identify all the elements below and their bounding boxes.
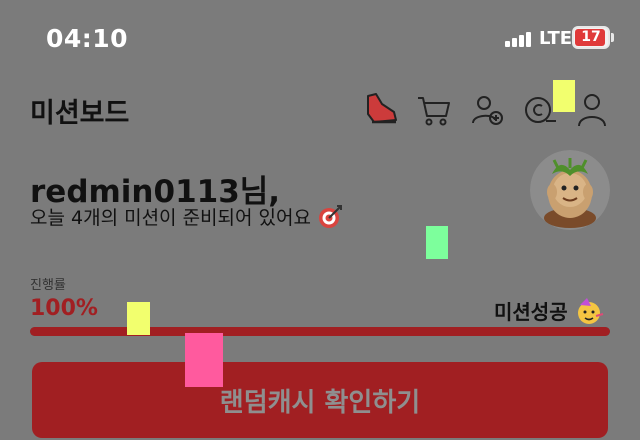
mission-status: 미션성공	[494, 296, 604, 325]
cart-icon[interactable]	[414, 90, 454, 130]
battery-percent: 17	[581, 29, 601, 45]
add-friend-icon[interactable]	[468, 90, 508, 130]
party-face-icon	[577, 297, 603, 324]
character-avatar[interactable]	[530, 150, 610, 230]
random-cash-button[interactable]: 랜덤캐시 확인하기	[32, 362, 608, 438]
target-icon	[318, 204, 342, 228]
progress-label: 진행률	[30, 278, 66, 293]
highlight-marker-pink	[185, 333, 223, 387]
mission-status-text: 미션성공	[494, 300, 568, 324]
status-bar: 04:10 LTE 17	[0, 0, 640, 78]
battery-icon: 17	[572, 26, 610, 49]
highlight-marker-yellow	[127, 302, 150, 335]
app-header: 미션보드	[0, 80, 640, 140]
profile-icon[interactable]	[572, 90, 612, 130]
shoe-icon[interactable]	[360, 90, 400, 130]
progress-value: 100%	[30, 296, 98, 321]
network-type: LTE	[539, 28, 573, 49]
battery-tip	[611, 33, 614, 42]
highlight-marker-yellow	[553, 80, 575, 112]
page-title: 미션보드	[30, 98, 130, 129]
mission-summary-text: 오늘 4개의 미션이 준비되어 있어요	[30, 207, 311, 229]
mission-summary: 오늘 4개의 미션이 준비되어 있어요	[30, 203, 343, 230]
progress-fill	[30, 327, 610, 336]
signal-icon	[505, 31, 533, 47]
progress-bar	[30, 327, 610, 336]
status-time: 04:10	[46, 24, 129, 53]
highlight-marker-green	[426, 226, 448, 259]
